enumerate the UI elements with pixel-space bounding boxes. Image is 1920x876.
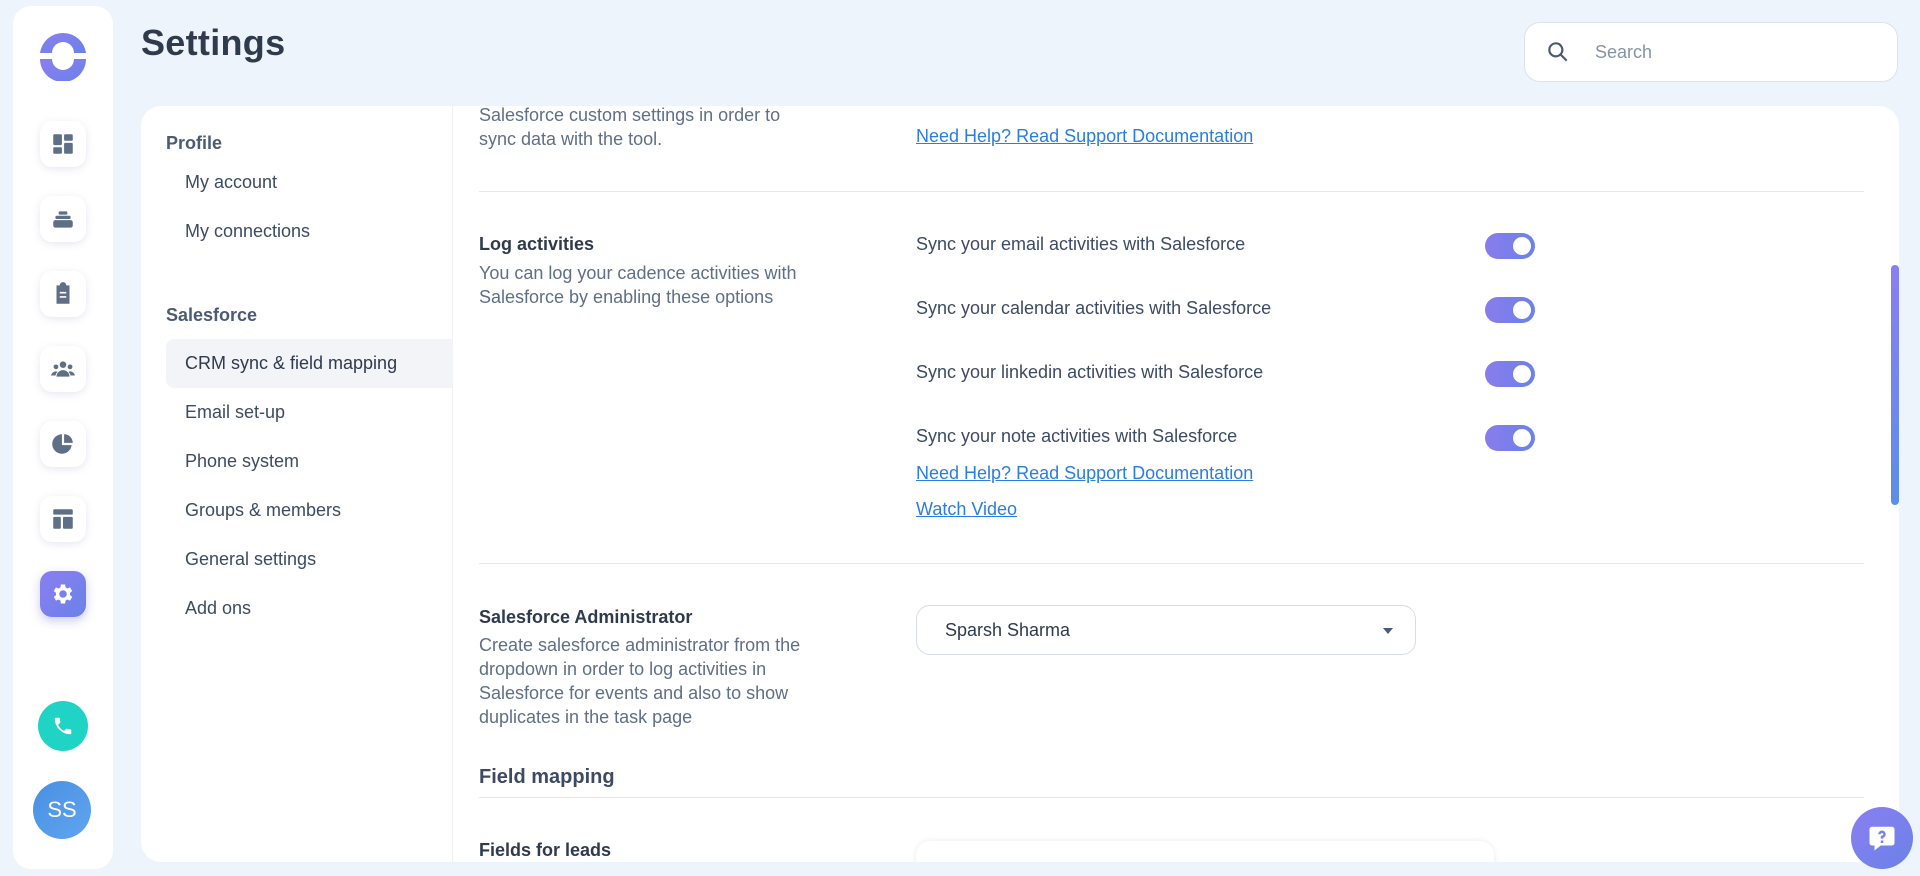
phone-button[interactable] xyxy=(38,701,88,751)
search-box[interactable] xyxy=(1524,22,1898,82)
tasks-icon[interactable] xyxy=(40,271,86,317)
sync-linkedin-toggle[interactable] xyxy=(1485,361,1535,387)
section-divider xyxy=(479,191,1864,192)
fields-for-leads-title: Fields for leads xyxy=(479,840,612,860)
section-divider xyxy=(479,563,1864,564)
custom-settings-desc: Salesforce custom settings in order to s… xyxy=(479,106,781,149)
sync-email-toggle[interactable] xyxy=(1485,233,1535,259)
settings-subnav: Profile My account My connections Salesf… xyxy=(141,106,453,862)
help-chat-icon xyxy=(1869,826,1895,851)
sync-calendar-label: Sync your calendar activities with Sales… xyxy=(916,298,1272,318)
app-logo[interactable] xyxy=(38,31,88,82)
cadence-icon[interactable] xyxy=(40,196,86,242)
search-icon xyxy=(1548,42,1568,62)
sf-admin-desc: Create salesforce administrator from the… xyxy=(479,635,801,727)
leads-fields-card xyxy=(916,841,1494,862)
field-mapping-title: Field mapping xyxy=(479,766,615,788)
watch-video-link[interactable]: Watch Video xyxy=(916,499,1017,520)
sf-admin-dropdown[interactable]: Sparsh Sharma xyxy=(916,605,1416,655)
templates-icon[interactable] xyxy=(40,496,86,542)
settings-content: Salesforce custom settings in order to s… xyxy=(479,106,1864,862)
settings-icon[interactable] xyxy=(40,571,86,617)
people-icon[interactable] xyxy=(40,346,86,392)
sf-admin-selected: Sparsh Sharma xyxy=(945,619,1071,640)
help-button[interactable] xyxy=(1851,807,1913,869)
section-divider xyxy=(479,797,1864,798)
caret-down-icon xyxy=(1383,628,1393,634)
nav-item-my-account[interactable]: My account xyxy=(166,158,453,207)
nav-item-crm-sync[interactable]: CRM sync & field mapping xyxy=(166,339,453,388)
reports-icon[interactable] xyxy=(40,421,86,467)
dashboard-icon[interactable] xyxy=(40,121,86,167)
log-activities-desc: You can log your cadence activities with… xyxy=(479,263,797,307)
page-title: Settings xyxy=(141,22,286,63)
avatar[interactable]: SS xyxy=(33,781,91,839)
nav-heading-profile: Profile xyxy=(166,133,223,153)
log-activities-title: Log activities xyxy=(479,234,595,254)
sf-admin-title: Salesforce Administrator xyxy=(479,607,693,627)
support-docs-link[interactable]: Need Help? Read Support Documentation xyxy=(916,463,1253,484)
nav-heading-salesforce: Salesforce xyxy=(166,305,258,325)
phone-icon xyxy=(54,717,72,735)
sync-email-label: Sync your email activities with Salesfor… xyxy=(916,234,1246,254)
settings-panel: Profile My account My connections Salesf… xyxy=(141,106,1899,862)
search-input[interactable] xyxy=(1595,41,1875,63)
sync-note-toggle[interactable] xyxy=(1485,425,1535,451)
nav-item-email-setup[interactable]: Email set-up xyxy=(166,388,453,437)
sync-calendar-toggle[interactable] xyxy=(1485,297,1535,323)
nav-item-general-settings[interactable]: General settings xyxy=(166,535,453,584)
nav-item-my-connections[interactable]: My connections xyxy=(166,207,453,256)
sync-note-label: Sync your note activities with Salesforc… xyxy=(916,426,1238,446)
nav-item-phone-system[interactable]: Phone system xyxy=(166,437,453,486)
nav-item-add-ons[interactable]: Add ons xyxy=(166,584,453,633)
scrollbar[interactable] xyxy=(1891,265,1899,505)
support-docs-link-top[interactable]: Need Help? Read Support Documentation xyxy=(916,126,1253,147)
sync-linkedin-label: Sync your linkedin activities with Sales… xyxy=(916,362,1264,382)
left-rail: SS xyxy=(13,6,113,869)
nav-item-groups-members[interactable]: Groups & members xyxy=(166,486,453,535)
